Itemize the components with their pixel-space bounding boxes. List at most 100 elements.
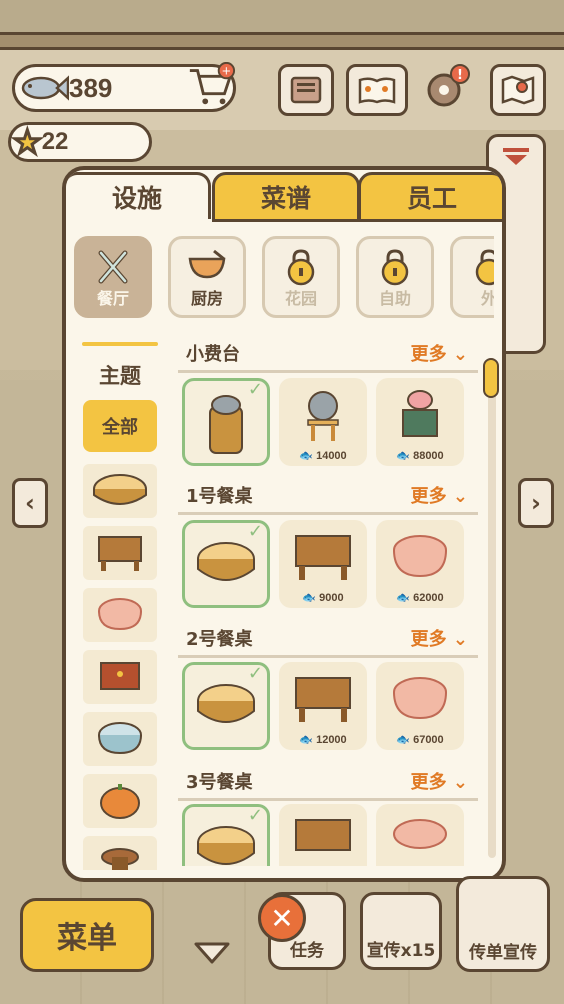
piggy-bank-art: [402, 390, 438, 437]
item-price-value: 62000: [413, 592, 444, 604]
tab-recipes-label: 菜谱: [260, 184, 311, 213]
gingham-table-icon: [98, 598, 142, 631]
category-kitchen[interactable]: 厨房: [168, 236, 246, 318]
theme-wood[interactable]: [83, 526, 157, 580]
section-title: 3号餐桌: [186, 772, 253, 793]
category-buffet-label: 自助: [378, 289, 411, 308]
category-buffet[interactable]: 自助: [356, 236, 434, 318]
tab-recipes[interactable]: 菜谱: [212, 172, 360, 222]
flyer-button[interactable]: 传单宣传: [456, 876, 550, 972]
theme-gingham[interactable]: [83, 588, 157, 642]
tab-facilities[interactable]: 设施: [66, 172, 211, 219]
fish-price-icon: 🐟: [396, 450, 411, 462]
item-wood-table[interactable]: 🐟 12000: [279, 662, 367, 750]
map-icon: [501, 75, 535, 105]
theme-striped[interactable]: [83, 712, 157, 766]
theme-stump[interactable]: [83, 464, 157, 518]
item-tip-jar[interactable]: 🐟 14000: [279, 378, 367, 466]
lock-icon: [381, 249, 409, 286]
tasks-label: 任务: [290, 941, 324, 961]
more-button[interactable]: 更多 ⌄: [411, 625, 468, 651]
gingham-table-art: [393, 535, 447, 578]
item-price: 🐟 88000: [376, 449, 464, 462]
promo-button[interactable]: 宣传x15: [360, 892, 442, 970]
fish-price-icon: 🐟: [299, 450, 314, 462]
item-stump-table[interactable]: ✓: [182, 520, 270, 608]
item-wood-table[interactable]: [279, 804, 367, 866]
ceiling-beam: [0, 32, 564, 50]
category-garden[interactable]: 花园: [262, 236, 340, 318]
category-outdoor-label: 外: [481, 285, 494, 309]
item-price: 🐟 67000: [376, 733, 464, 746]
item-gingham-table[interactable]: 🐟 62000: [376, 520, 464, 608]
lock-icon: [475, 249, 494, 286]
section-header: 小费台 更多 ⌄: [178, 340, 478, 373]
next-arrow-button[interactable]: ›: [518, 478, 554, 528]
item-stump-table[interactable]: ✓: [182, 804, 270, 866]
section-title: 1号餐桌: [186, 486, 253, 507]
item-stump-table[interactable]: ✓: [182, 662, 270, 750]
chevron-down-icon: ⌄: [452, 344, 468, 365]
tip-stump-art: [209, 395, 243, 454]
collapse-icon: [503, 148, 529, 165]
newspaper-button[interactable]: [278, 64, 334, 116]
settings-button[interactable]: !: [420, 64, 470, 110]
section-header: 1号餐桌 更多 ⌄: [178, 482, 478, 515]
category-dining[interactable]: 餐厅: [74, 236, 152, 318]
theme-red-cloth[interactable]: [83, 650, 157, 704]
scrollbar[interactable]: [483, 358, 499, 858]
star-count: 22: [41, 128, 69, 155]
more-label: 更多: [410, 772, 447, 793]
item-tip-stump[interactable]: ✓: [182, 378, 270, 466]
menu-label: 菜单: [57, 921, 117, 956]
shop-cart-button[interactable]: +: [186, 62, 236, 108]
item-price-value: 12000: [316, 734, 347, 746]
tab-facilities-label: 设施: [111, 184, 162, 213]
star-currency: ★ 22: [8, 122, 152, 162]
collapse-arrow-button[interactable]: [192, 940, 232, 966]
item-gingham-table[interactable]: [376, 804, 464, 866]
red-cloth-icon: [100, 662, 140, 690]
fish-icon: [21, 75, 69, 101]
fish-price-icon: 🐟: [299, 734, 314, 746]
fish-count: 389: [69, 72, 113, 103]
item-wood-table[interactable]: 🐟 9000: [279, 520, 367, 608]
theme-all-button[interactable]: 全部: [83, 400, 157, 452]
theme-pumpkin[interactable]: [83, 774, 157, 828]
star-icon: ★: [12, 123, 43, 161]
flyer-label: 传单宣传: [469, 943, 537, 963]
fish-price-icon: 🐟: [302, 592, 317, 604]
category-garden-label: 花园: [284, 289, 317, 308]
item-piggy-bank[interactable]: 🐟 88000: [376, 378, 464, 466]
tab-staff-label: 员工: [406, 184, 457, 213]
item-price: 🐟 9000: [279, 591, 367, 604]
catbook-button[interactable]: [346, 64, 408, 116]
chevron-right-icon: ›: [531, 489, 541, 517]
close-button[interactable]: ✕: [258, 894, 306, 942]
utensils-icon: [98, 250, 128, 284]
scrollbar-thumb[interactable]: [483, 358, 499, 398]
svg-text:+: +: [222, 63, 232, 77]
more-button[interactable]: 更多 ⌄: [411, 768, 468, 794]
sidebar-divider: [82, 342, 158, 346]
prev-arrow-button[interactable]: ‹: [12, 478, 48, 528]
tab-staff[interactable]: 员工: [358, 172, 502, 222]
item-list: 小费台 更多 ⌄ ✓ 🐟 14000 🐟 88000 1号餐桌 更多 ⌄ ✓ 🐟…: [178, 340, 482, 866]
item-price: 🐟 12000: [279, 733, 367, 746]
fish-price-icon: 🐟: [396, 592, 411, 604]
map-button[interactable]: [490, 64, 546, 116]
more-button[interactable]: 更多 ⌄: [411, 482, 468, 508]
theme-sidebar: 主题 全部: [80, 342, 160, 870]
item-price-value: 88000: [413, 450, 444, 462]
item-price-value: 67000: [413, 734, 444, 746]
promo-label: 宣传x15: [366, 941, 436, 961]
item-gingham-table[interactable]: 🐟 67000: [376, 662, 464, 750]
category-outdoor[interactable]: 外: [450, 236, 494, 318]
theme-brown-stump[interactable]: [83, 836, 157, 870]
svg-text:!: !: [457, 68, 463, 83]
more-button[interactable]: 更多 ⌄: [411, 340, 468, 366]
chevron-down-icon: ⌄: [452, 629, 468, 650]
item-price-value: 9000: [319, 592, 344, 604]
wood-table-art: [295, 819, 351, 851]
menu-button[interactable]: 菜单: [20, 898, 154, 972]
